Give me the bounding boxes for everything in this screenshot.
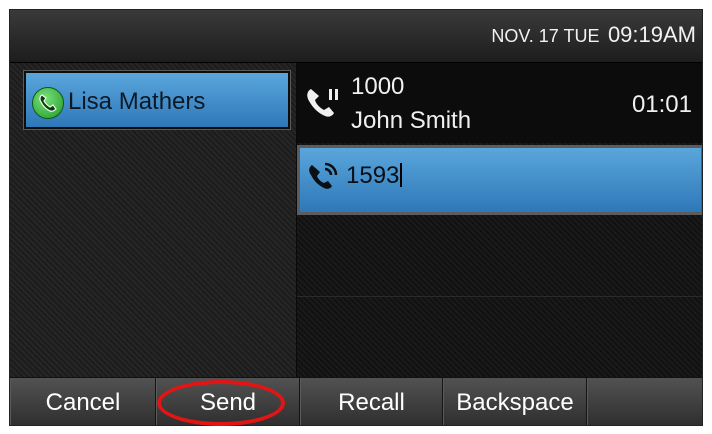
phone-dial-icon — [306, 160, 340, 199]
line-key-label: Lisa Mathers — [68, 88, 206, 115]
row-divider — [297, 296, 702, 297]
dial-entry-row[interactable]: 1593 — [297, 145, 702, 215]
active-call-row[interactable]: 1000 John Smith 01:01 — [297, 63, 702, 143]
dialed-number: 1593 — [346, 162, 400, 189]
date-time: NOV. 17 TUE 09:19AM — [491, 22, 696, 48]
backspace-softkey[interactable]: Backspace — [443, 378, 587, 425]
phone-line-icon — [32, 87, 64, 119]
call-panel: 1000 John Smith 01:01 1593 — [297, 63, 702, 377]
status-bar: NOV. 17 TUE 09:19AM — [10, 10, 702, 63]
caller-name: John Smith — [351, 107, 472, 134]
phone-screen: NOV. 17 TUE 09:19AM Lisa Mathers 1000 Jo… — [9, 9, 703, 426]
send-softkey[interactable]: Send — [156, 378, 300, 425]
status-date: NOV. 17 TUE — [491, 26, 600, 46]
call-number: 1000 — [351, 73, 405, 100]
softkey-bar: Cancel Send Recall Backspace — [10, 377, 702, 425]
recall-softkey[interactable]: Recall — [300, 378, 443, 425]
text-cursor — [400, 163, 403, 187]
cancel-softkey[interactable]: Cancel — [10, 378, 156, 425]
line-key-lisa-mathers[interactable]: Lisa Mathers — [24, 71, 290, 129]
status-time: 09:19AM — [607, 22, 696, 47]
line-keys-panel: Lisa Mathers — [10, 63, 296, 377]
dialed-digits[interactable]: 1593 — [346, 162, 403, 190]
call-timer: 01:01 — [631, 91, 692, 118]
empty-softkey[interactable] — [587, 378, 702, 425]
phone-hold-icon — [303, 83, 343, 128]
